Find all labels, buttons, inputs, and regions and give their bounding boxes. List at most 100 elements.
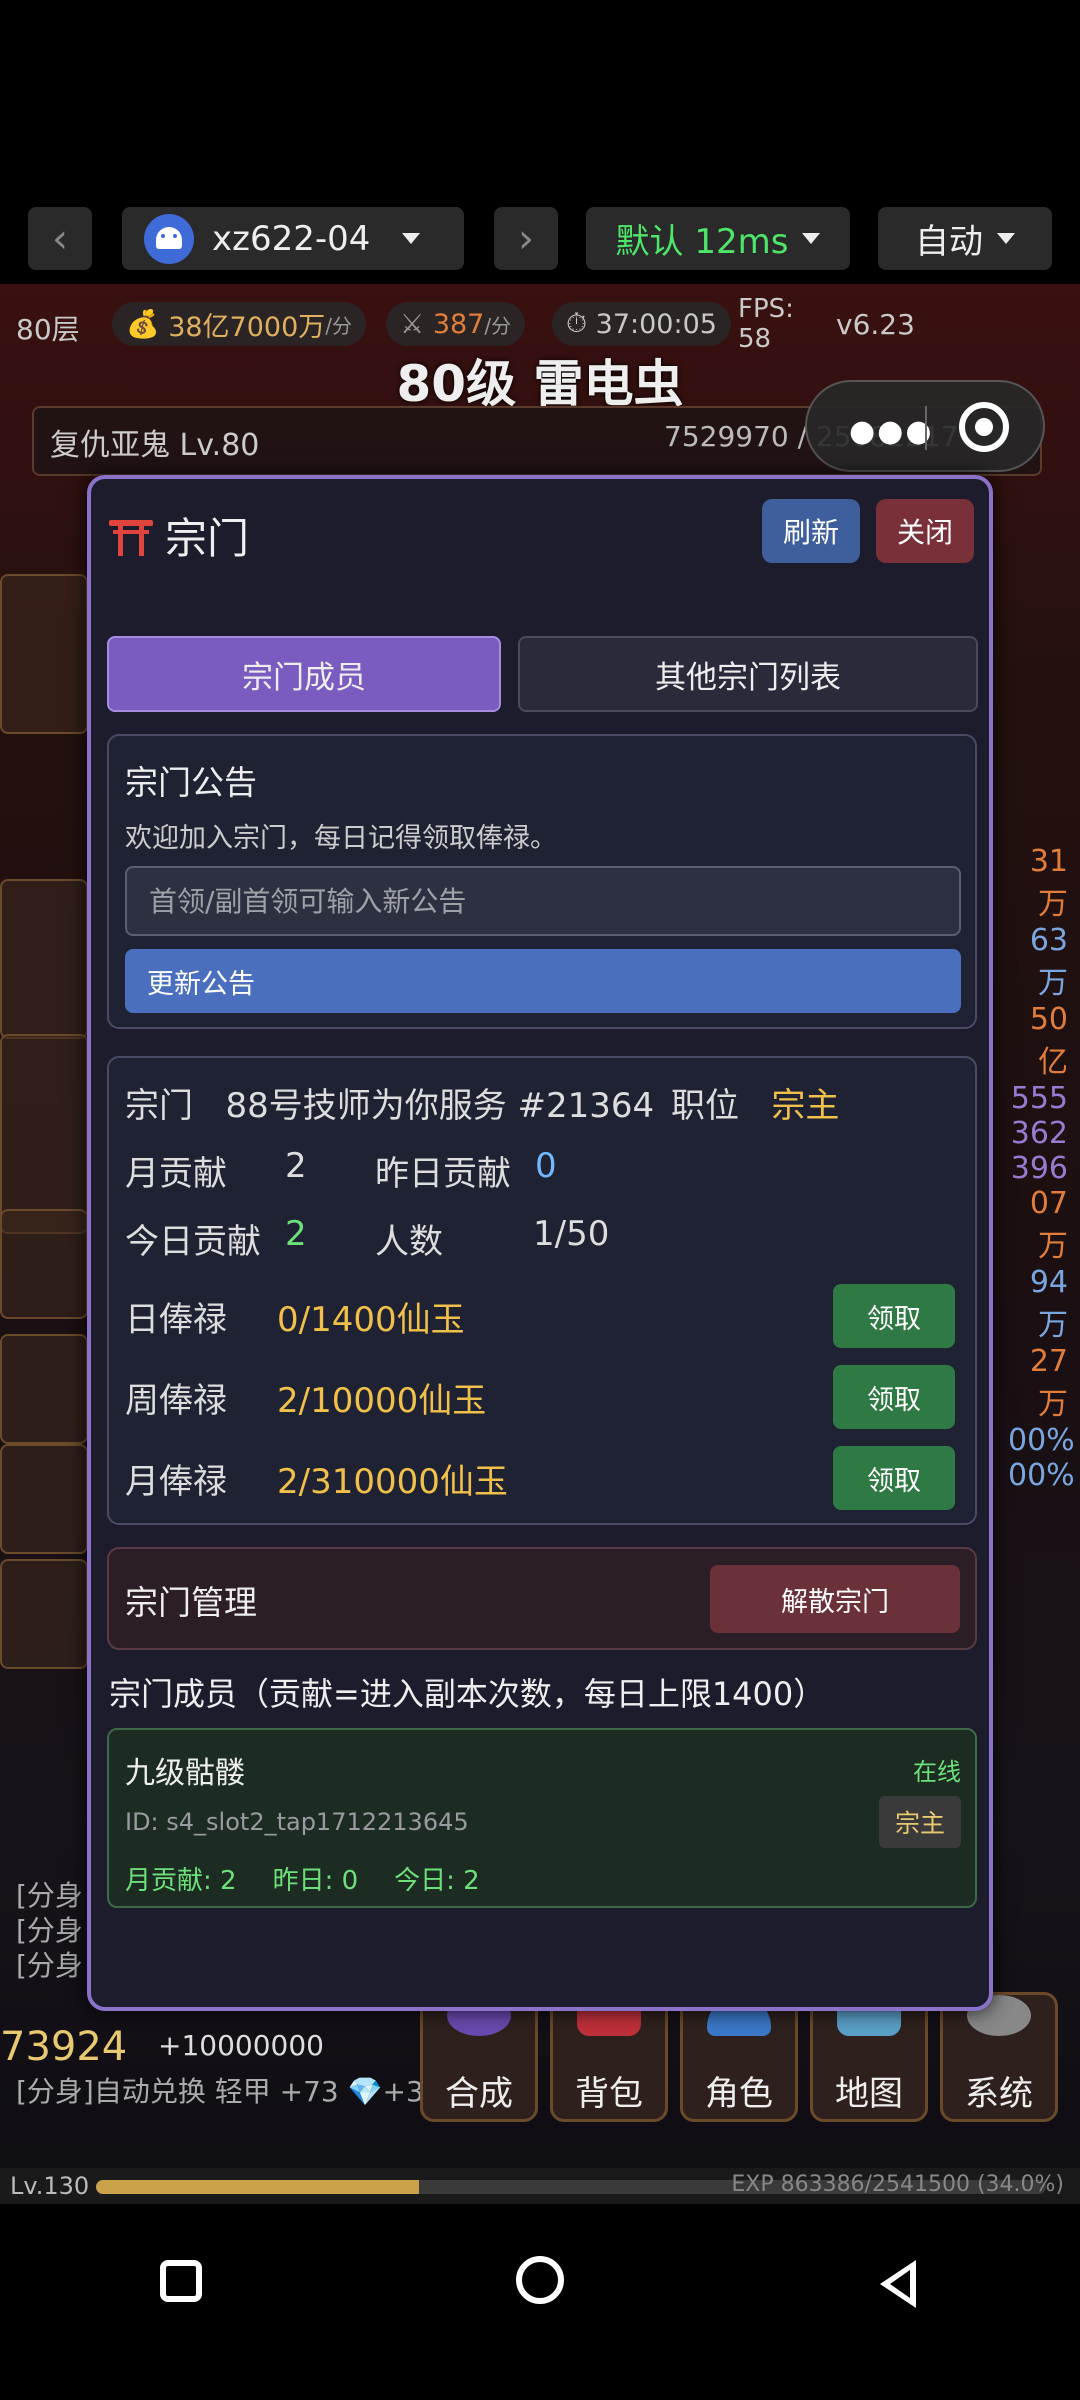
announcement-input[interactable] (125, 866, 961, 936)
chevron-down-icon (402, 233, 421, 244)
close-button[interactable]: 关闭 (876, 499, 974, 563)
nav-synthesis[interactable]: 合成 (420, 1992, 538, 2122)
member-role-badge: 宗主 (879, 1796, 961, 1848)
sect-manage-panel: 宗门管理 解散宗门 (107, 1547, 977, 1650)
monthly-salary-value: 2/310000仙玉 (277, 1462, 508, 1502)
left-panel-hunt (0, 1034, 88, 1234)
left-stats-button[interactable] (0, 1444, 88, 1554)
right-stat: 362 (1010, 1116, 1068, 1151)
stopwatch-icon: ⏱ (566, 308, 588, 339)
version-label: v6.23 (836, 308, 915, 341)
exp-fill (96, 2180, 419, 2194)
power-rate: ⚔ 387/分 (386, 302, 526, 346)
mini-program-capsule[interactable]: ●●● (805, 380, 1045, 472)
right-stat: 00% (1008, 1458, 1075, 1493)
today-row: 今日贡献 2 人数 1/50 (125, 1214, 609, 1263)
device-toolbar: ‹ xz622-04 › 默认 12ms 自动 (0, 0, 1080, 284)
nav-bag[interactable]: 背包 (550, 1992, 668, 2122)
android-icon (144, 213, 194, 264)
nav-character[interactable]: 角色 (680, 1992, 798, 2122)
member-name: 九级骷髅 (125, 1756, 245, 1791)
monthly-salary-label: 月俸禄 (125, 1462, 227, 1502)
gold-rate: 💰 38亿7000万/分 (112, 302, 367, 346)
exit-icon[interactable] (959, 402, 1009, 452)
prev-device-button[interactable]: ‹ (28, 207, 92, 270)
left-panel-monsters (0, 574, 88, 734)
sect-name-row: 宗门 88号技师为你服务 #21364 职位 宗主 (125, 1078, 839, 1127)
refresh-button[interactable]: 刷新 (762, 499, 860, 563)
dissolve-sect-button[interactable]: 解散宗门 (710, 1565, 960, 1633)
nav-system[interactable]: 系统 (940, 1992, 1058, 2122)
right-stat: 31万 (1029, 844, 1068, 922)
level-bar: Lv.130 EXP 863386/2541500 (34.0%) (0, 2168, 1080, 2204)
right-stat: 63万 (1029, 923, 1068, 1001)
torii-icon (109, 516, 153, 556)
next-device-button[interactable]: › (494, 207, 558, 270)
left-mail-button[interactable] (0, 1334, 88, 1444)
timer: ⏱ 37:00:05 (552, 302, 731, 346)
log-line: [分身 (16, 1949, 83, 1982)
tab-members[interactable]: 宗门成员 (107, 636, 501, 712)
recents-icon[interactable] (160, 2260, 202, 2302)
power-value: 387 (432, 308, 485, 340)
gold-total: 73924 (0, 2024, 128, 2070)
today-contribution-label: 今日贡献 (125, 1222, 261, 1262)
announcement-text: 欢迎加入宗门，每日记得领取俸禄。 (125, 823, 557, 854)
nav-label: 合成 (445, 2074, 513, 2114)
right-stat: 50亿 (1029, 1002, 1068, 1080)
member-card[interactable]: 九级骷髅 在线 ID: s4_slot2_tap1712213645 宗主 月贡… (107, 1728, 977, 1908)
system-nav-bar (0, 2204, 1080, 2400)
monthly-contribution-label: 月贡献 (125, 1154, 227, 1194)
timer-value: 37:00:05 (595, 308, 717, 340)
chevron-down-icon (997, 233, 1015, 244)
latency-mode-selector[interactable]: 默认 12ms (586, 207, 850, 270)
daily-salary-value: 0/1400仙玉 (277, 1300, 465, 1340)
dialog-title: 宗门 (109, 505, 249, 566)
right-stat: 00% (1008, 1423, 1075, 1458)
member-monthly: 月贡献: 2 (125, 1866, 237, 1896)
gold-unit: /分 (325, 313, 353, 338)
sect-info-panel: 宗门 88号技师为你服务 #21364 职位 宗主 月贡献 2 昨日贡献 0 今… (107, 1056, 977, 1525)
announcement-panel: 宗门公告 欢迎加入宗门，每日记得领取俸禄。 更新公告 (107, 734, 977, 1029)
log-line: [分身 (16, 1914, 83, 1947)
claim-daily-button[interactable]: 领取 (833, 1284, 955, 1348)
nav-label: 地图 (835, 2074, 903, 2114)
right-stats: 31万 63万 50亿 555 362 396 07万 94万 27万 00% … (1008, 844, 1075, 1493)
device-selector[interactable]: xz622-04 (122, 207, 464, 270)
position-label: 职位 (670, 1086, 739, 1126)
left-weapon-button[interactable] (0, 1209, 88, 1319)
manage-label: 宗门管理 (125, 1583, 257, 1622)
member-count-value: 1/50 (533, 1214, 610, 1254)
auto-selector[interactable]: 自动 (878, 207, 1052, 270)
claim-weekly-button[interactable]: 领取 (833, 1365, 955, 1429)
claim-monthly-button[interactable]: 领取 (833, 1446, 955, 1510)
more-icon[interactable]: ●●● (849, 414, 934, 449)
position-value: 宗主 (771, 1086, 840, 1126)
announcement-title: 宗门公告 (125, 763, 257, 802)
nav-map[interactable]: 地图 (810, 1992, 928, 2122)
left-offline-button[interactable] (0, 1559, 88, 1669)
capsule-divider (925, 406, 927, 450)
member-id: ID: s4_slot2_tap1712213645 (125, 1808, 469, 1836)
yesterday-contribution-value: 0 (535, 1146, 557, 1186)
chevron-right-icon: › (518, 215, 534, 262)
latency-mode-label: 默认 12ms (615, 222, 789, 262)
update-announcement-button[interactable]: 更新公告 (125, 949, 961, 1013)
right-stat: 27万 (1029, 1344, 1068, 1422)
weekly-salary-value: 2/10000仙玉 (277, 1381, 487, 1421)
sect-label: 宗门 (125, 1086, 193, 1126)
weekly-salary-label: 周俸禄 (125, 1381, 227, 1421)
weekly-salary-row: 周俸禄 2/10000仙玉 (125, 1373, 486, 1422)
auto-label: 自动 (915, 222, 983, 262)
home-icon[interactable] (516, 2256, 564, 2304)
daily-salary-row: 日俸禄 0/1400仙玉 (125, 1292, 465, 1341)
left-panel-quest (0, 879, 88, 1039)
nav-label: 系统 (965, 2074, 1033, 2114)
sect-dialog: 宗门 刷新 关闭 宗门成员 其他宗门列表 宗门公告 欢迎加入宗门，每日记得领取俸… (87, 475, 993, 2011)
right-stat: 555 (1010, 1081, 1068, 1116)
chevron-down-icon (802, 233, 821, 244)
tab-other-sects[interactable]: 其他宗门列表 (518, 636, 978, 712)
back-icon[interactable] (880, 2260, 916, 2308)
right-stat: 396 (1010, 1151, 1068, 1186)
bottom-nav: 合成 背包 角色 地图 系统 (420, 1992, 1080, 2142)
